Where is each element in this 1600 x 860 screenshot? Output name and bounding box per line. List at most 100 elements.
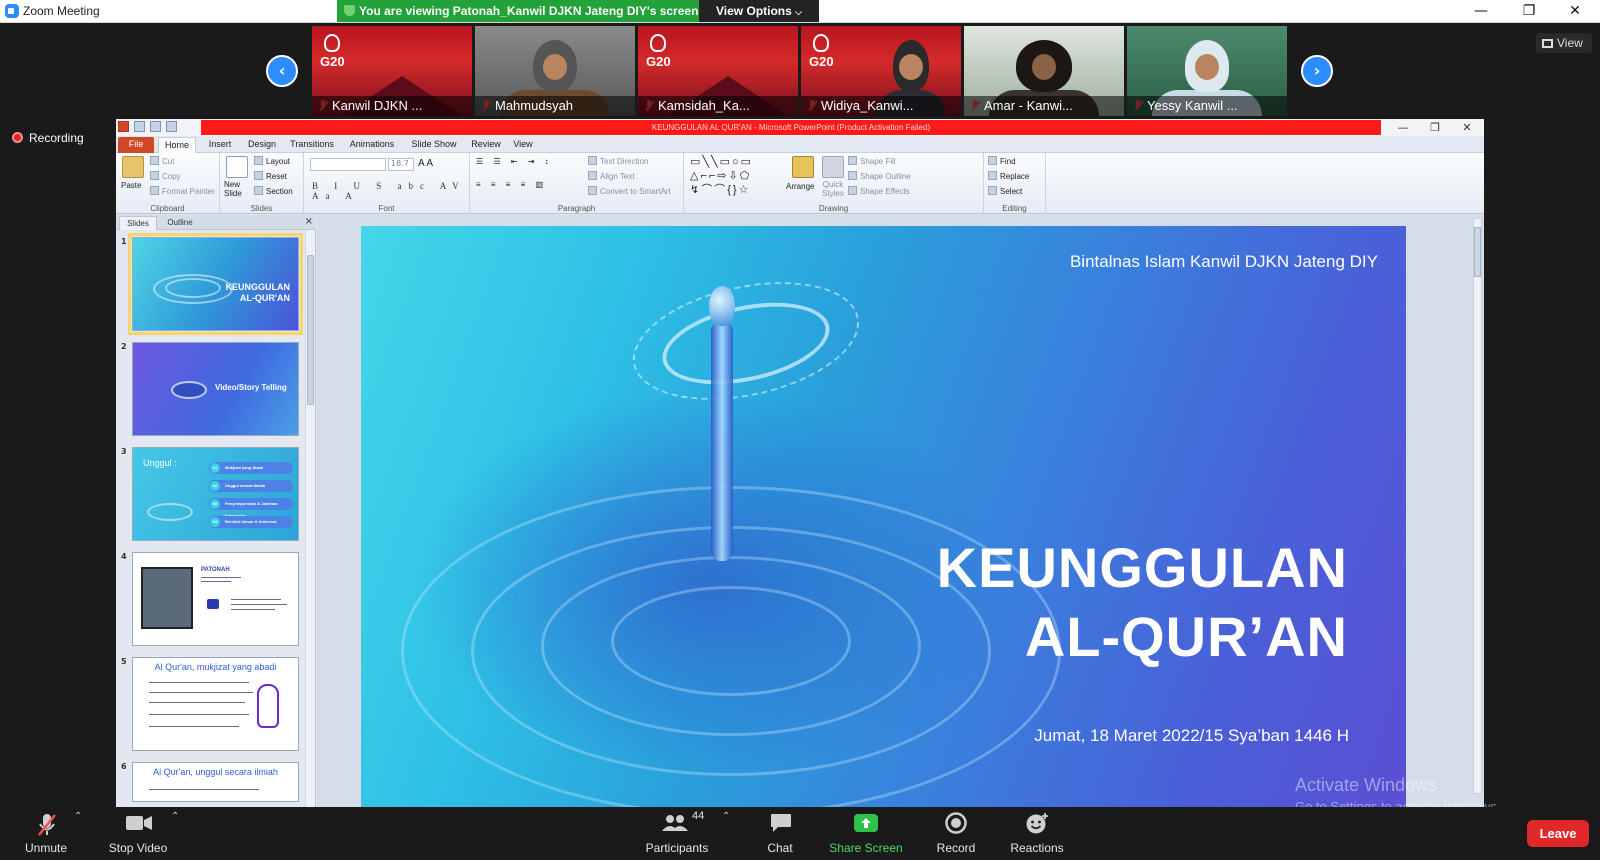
slide-thumbnail[interactable]: PATONAH xyxy=(132,552,299,646)
shape-outline-button[interactable]: Shape Outline xyxy=(848,171,911,181)
reactions-button[interactable]: Reactions xyxy=(1008,807,1066,860)
restore-button[interactable]: ❐ xyxy=(1506,0,1552,22)
participant-tile[interactable]: Amar - Kanwi... xyxy=(964,26,1124,116)
leave-button[interactable]: Leave xyxy=(1527,820,1589,847)
tab-slide-show[interactable]: Slide Show xyxy=(406,137,462,153)
slide-thumbnail[interactable]: Al Qur'an, mukjizat yang abadi xyxy=(132,657,299,751)
align-text-icon xyxy=(588,171,597,180)
font-format-buttons[interactable]: B I U S abc AV Aa A xyxy=(312,181,469,201)
font-name-field[interactable] xyxy=(310,158,386,171)
scroll-thumb[interactable] xyxy=(307,255,314,405)
slides-pane-scrollbar[interactable] xyxy=(305,230,315,807)
new-slide-button[interactable]: New Slide xyxy=(224,180,254,198)
text-direction-button[interactable]: Text Direction xyxy=(588,156,648,166)
tab-home[interactable]: Home xyxy=(158,137,196,153)
replace-button[interactable]: Replace xyxy=(988,171,1029,181)
current-slide[interactable]: Bintalnas Islam Kanwil DJKN Jateng DIY K… xyxy=(361,226,1406,807)
tab-view[interactable]: View xyxy=(508,137,538,153)
cut-button[interactable]: Cut xyxy=(150,156,174,166)
tab-insert[interactable]: Insert xyxy=(200,137,240,153)
convert-smartart-button[interactable]: Convert to SmartArt xyxy=(588,186,671,196)
text-line xyxy=(149,789,259,790)
ppt-minimize-button[interactable]: — xyxy=(1388,119,1418,136)
slide-number: 4 xyxy=(121,552,127,561)
ppt-window-title: KEUNGGULAN AL QUR'AN - Microsoft PowerPo… xyxy=(201,120,1381,135)
paste-icon[interactable] xyxy=(122,156,144,178)
quick-styles-button[interactable]: Quick Styles xyxy=(818,180,848,198)
select-button[interactable]: Select xyxy=(988,186,1022,196)
slide-thumbnail[interactable]: Al Qur'an, unggul secara ilmiah xyxy=(132,762,299,802)
section-button[interactable]: Section xyxy=(254,186,293,196)
participant-tile[interactable]: G20 Kanwil DJKN ... xyxy=(312,26,472,116)
record-icon xyxy=(945,812,967,834)
participants-button[interactable]: 44 Participants xyxy=(640,807,714,860)
paste-button[interactable]: Paste xyxy=(121,181,141,190)
grow-font-button[interactable]: A A xyxy=(418,158,433,169)
format-painter-button[interactable]: Format Painter xyxy=(150,186,215,196)
smartart-icon xyxy=(588,186,597,195)
audio-options-caret-icon[interactable]: ⌃ xyxy=(74,811,82,822)
ribbon-group-paragraph: ☰ ☰ ⇤ ⇥ ↕ ≡ ≡ ≡ ≡ ▥ Text Direction Align… xyxy=(470,153,684,214)
chat-button[interactable]: Chat xyxy=(760,807,800,860)
redo-icon[interactable] xyxy=(166,121,177,132)
unmute-button[interactable]: Unmute xyxy=(14,807,78,860)
scroll-thumb[interactable] xyxy=(1474,227,1481,277)
shape-gallery[interactable]: ▭╲╲▭○▭ △⌐⌐⇨⇩⬠ ↯⌒⌒{}☆ xyxy=(690,155,782,197)
stop-video-button[interactable]: Stop Video xyxy=(104,807,172,860)
recording-indicator[interactable]: Recording xyxy=(12,131,84,145)
undo-icon[interactable] xyxy=(150,121,161,132)
video-camera-icon xyxy=(126,816,152,830)
share-screen-label: Share Screen xyxy=(829,841,903,855)
close-button[interactable]: ✕ xyxy=(1552,0,1598,22)
save-icon[interactable] xyxy=(134,121,145,132)
participant-tile[interactable]: Mahmudsyah xyxy=(475,26,635,116)
tab-outline[interactable]: Outline xyxy=(160,216,200,230)
participants-caret-icon[interactable]: ⌃ xyxy=(722,811,730,822)
video-options-caret-icon[interactable]: ⌃ xyxy=(171,811,179,822)
text-line xyxy=(149,692,253,693)
tab-animations[interactable]: Animations xyxy=(344,137,400,153)
font-size-field[interactable]: 18.7 xyxy=(388,158,414,171)
record-button[interactable]: Record xyxy=(930,807,982,860)
tab-file[interactable]: File xyxy=(118,137,154,153)
copy-button[interactable]: Copy xyxy=(150,171,181,181)
shape-effects-button[interactable]: Shape Effects xyxy=(848,186,910,196)
ribbon-group-font: 18.7 A A B I U S abc AV Aa A Font xyxy=(304,153,470,214)
tab-design[interactable]: Design xyxy=(242,137,282,153)
zoom-logo-icon xyxy=(5,4,19,18)
ppt-restore-button[interactable]: ❐ xyxy=(1420,119,1450,136)
slide-thumbnail[interactable]: Video/Story Telling xyxy=(132,342,299,436)
participant-tile[interactable]: G20 Widiya_Kanwi... xyxy=(801,26,961,116)
tab-slides[interactable]: Slides xyxy=(119,216,157,230)
find-button[interactable]: Find xyxy=(988,156,1016,166)
ppt-close-button[interactable]: ✕ xyxy=(1452,119,1482,136)
tab-transitions[interactable]: Transitions xyxy=(286,137,338,153)
new-slide-icon[interactable] xyxy=(226,156,248,178)
text-line xyxy=(149,714,249,715)
pane-close-icon[interactable]: × xyxy=(305,216,313,227)
layout-button[interactable]: Layout xyxy=(254,156,290,166)
reset-button[interactable]: Reset xyxy=(254,171,287,181)
slide-number: 3 xyxy=(121,447,127,456)
participant-tile[interactable]: G20 Kamsidah_Ka... xyxy=(638,26,798,116)
align-buttons[interactable]: ≡ ≡ ≡ ≡ ▥ xyxy=(476,180,547,189)
slide-thumbnail[interactable]: Unggul : 01 Mukjizat yang Abadi 02 Unggul … xyxy=(132,447,299,541)
tab-review[interactable]: Review xyxy=(468,137,504,153)
view-layout-button[interactable]: View xyxy=(1536,33,1592,53)
quick-styles-icon[interactable] xyxy=(822,156,844,178)
editing-scrollbar[interactable] xyxy=(1473,218,1482,794)
fill-icon xyxy=(848,156,857,165)
shape-fill-button[interactable]: Shape Fill xyxy=(848,156,896,166)
gallery-next-button[interactable]: › xyxy=(1301,55,1333,87)
view-options-button[interactable]: View Options ⌵ xyxy=(699,0,819,22)
gallery-prev-button[interactable]: ‹ xyxy=(266,55,298,87)
share-screen-button[interactable]: Share Screen xyxy=(828,807,904,860)
slide-thumbnail[interactable]: KEUNGGULAN AL-QUR'AN xyxy=(128,233,303,335)
align-text-button[interactable]: Align Text xyxy=(588,171,635,181)
arrange-button[interactable]: Arrange xyxy=(786,182,814,191)
participant-tile[interactable]: Yessy Kanwil ... xyxy=(1127,26,1287,116)
minimize-button[interactable]: — xyxy=(1458,0,1504,22)
arrange-icon[interactable] xyxy=(792,156,814,178)
pane-tabs: Slides Outline × xyxy=(116,215,316,230)
list-buttons[interactable]: ☰ ☰ ⇤ ⇥ ↕ xyxy=(476,157,553,166)
